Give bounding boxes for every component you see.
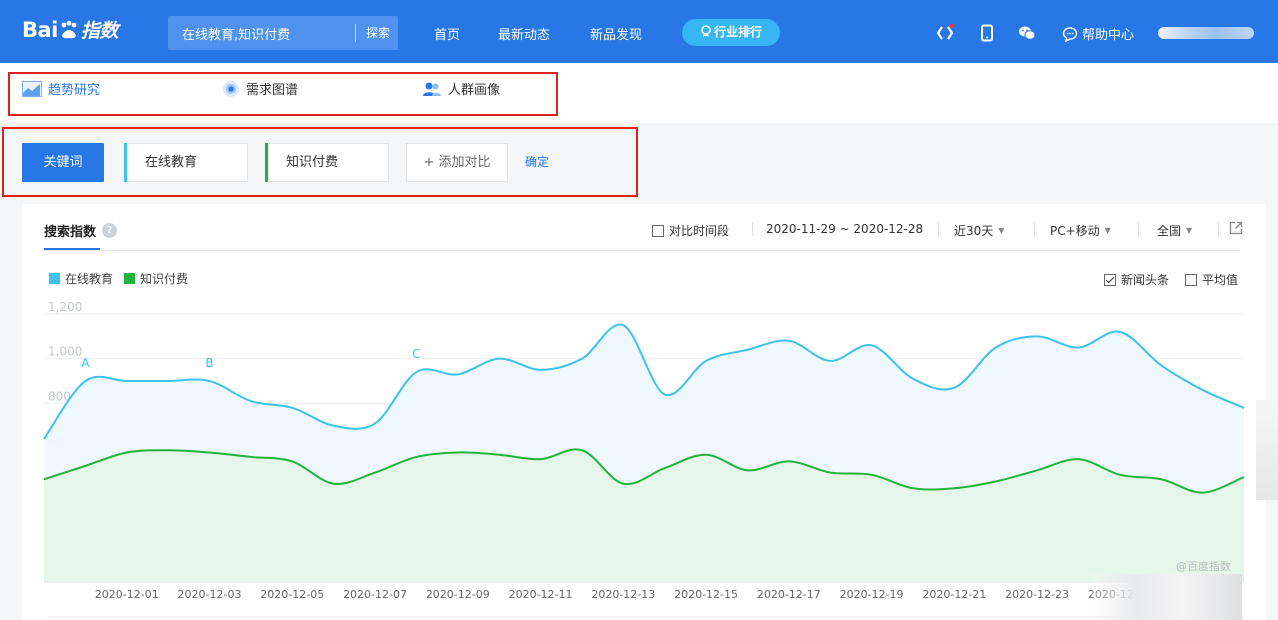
search-input[interactable] [168,16,354,50]
x-tick-label: 2020-12-03 [178,588,242,601]
trophy-icon [701,25,711,37]
tab-label: 需求图谱 [246,83,299,98]
industry-rank-button[interactable]: 行业排行 [682,19,780,46]
help-center-link[interactable]: 帮助中心 [1062,24,1134,43]
annotation-label: B [205,356,213,370]
keyword-label: 关键词 [22,143,104,182]
x-tick-label: 2020-12-15 [674,588,738,601]
rank-button-label: 行业排行 [713,25,762,39]
x-tick-label: 2020-12-05 [260,588,324,601]
x-tick-label: 2020-12-21 [922,588,986,601]
add-compare-button[interactable]: + 添加对比 [406,143,508,182]
x-tick-label: 2020-12-23 [1005,588,1069,601]
paw-icon [61,20,77,38]
help-center-label: 帮助中心 [1082,28,1135,43]
tab-trend-research[interactable]: 趋势研究 [22,79,100,98]
keyword-chip-paid-knowledge[interactable]: 知识付费 [265,143,389,182]
top-header: Bai 指数 探索 首页 最新动态 新品发现 行业排行 [0,0,1278,63]
x-tick-label: 2020-12-01 [95,588,159,601]
user-avatar-blurred[interactable] [1158,27,1254,39]
keyword-chip-online-education[interactable]: 在线教育 [124,143,248,182]
tab-label: 趋势研究 [48,83,101,98]
analysis-tabs-row: 趋势研究 需求图谱 人群画像 [0,63,1278,123]
tab-audience-profile[interactable]: 人群画像 [422,79,500,98]
annotation-label: A [81,356,90,370]
target-icon [223,80,239,97]
search-index-panel: 搜索指数 ? 对比时间段 2020-11-29 ~ 2020-12-28 近30… [22,204,1266,620]
search-button[interactable]: 探索 [358,16,398,50]
baidu-index-logo[interactable]: Bai 指数 [22,16,118,43]
tab-demand-map[interactable]: 需求图谱 [222,79,298,98]
wechat-icon[interactable] [1018,24,1036,42]
search-box: 探索 [168,16,398,50]
baidu-index-watermark: @百度指数 [1176,560,1231,573]
chat-bubble-icon [1062,26,1078,42]
search-separator [355,24,356,42]
nav-latest-news[interactable]: 最新动态 [498,24,550,43]
x-tick-label: 2020-12-07 [343,588,407,601]
keyword-text: 知识付费 [286,155,339,170]
search-index-chart[interactable]: 2004006008001,0001,2002020-12-012020-12-… [22,204,1266,620]
people-icon [423,82,441,96]
keyword-color-bar [265,143,268,182]
annotation-label: C [412,347,420,361]
blurred-overlay-right [1256,400,1278,500]
app-logo-icon[interactable] [936,24,954,42]
keyword-text: 在线教育 [145,155,198,170]
tab-label: 人群画像 [448,83,501,98]
x-tick-label: 2020-12-09 [426,588,490,601]
y-tick-label: 1,200 [48,300,82,314]
x-tick-label: 2020-12-13 [591,588,655,601]
logo-text: Bai [22,17,58,42]
mobile-icon[interactable] [978,24,996,42]
x-tick-label: 2020-12-17 [757,588,821,601]
confirm-button[interactable]: 确定 [525,153,549,170]
y-tick-label: 1,000 [48,345,82,359]
nav-new-products[interactable]: 新品发现 [590,24,642,43]
x-tick-label: 2020-12-19 [840,588,904,601]
nav-home[interactable]: 首页 [434,24,460,43]
trend-chart-icon [22,80,42,97]
logo-cn-text: 指数 [80,20,119,42]
keyword-color-bar [124,143,127,182]
x-tick-label: 2020-12-11 [509,588,573,601]
blurred-overlay [1092,574,1242,620]
